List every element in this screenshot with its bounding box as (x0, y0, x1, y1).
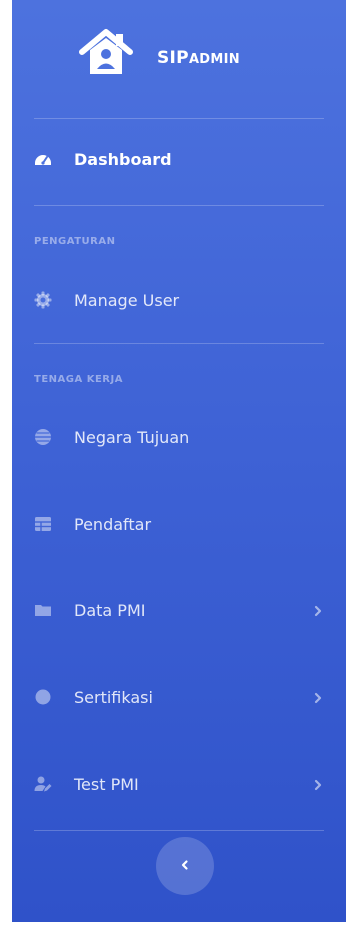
section-heading-pengaturan: PENGATURAN (34, 236, 116, 247)
nav-label-pendaftar: Pendaftar (74, 514, 152, 534)
brand-title-main: SIP (157, 48, 189, 68)
nav-item-pendaftar[interactable]: Pendaftar (12, 502, 346, 546)
chevron-right-icon (312, 690, 324, 704)
gear-icon (34, 291, 52, 309)
circle-icon (34, 688, 52, 706)
nav-label-data-pmi: Data PMI (74, 600, 146, 620)
home-icon (76, 22, 136, 82)
chevron-left-icon (178, 857, 192, 876)
nav-item-data-pmi[interactable]: Data PMI (12, 588, 346, 632)
chevron-right-icon (312, 777, 324, 791)
sidebar-divider (34, 343, 324, 344)
brand-title-sub: ADMIN (188, 52, 240, 67)
nav-item-negara-tujuan[interactable]: Negara Tujuan (12, 415, 346, 459)
sidebar: SIPADMIN Dashboard PENGATURAN Manage Use… (12, 0, 346, 922)
user-edit-icon (34, 775, 52, 793)
nav-label-test-pmi: Test PMI (74, 774, 139, 794)
nav-label-dashboard: Dashboard (74, 149, 172, 169)
table-icon (34, 515, 52, 533)
sidebar-divider (34, 118, 324, 119)
section-heading-tenaga-kerja: TENAGA KERJA (34, 374, 123, 385)
nav-label-manage-user: Manage User (74, 290, 180, 310)
sidebar-divider (34, 205, 324, 206)
nav-item-manage-user[interactable]: Manage User (12, 278, 346, 322)
globe-icon (34, 428, 52, 446)
brand-title: SIPADMIN (157, 48, 240, 68)
chevron-right-icon (312, 603, 324, 617)
folder-icon (34, 601, 52, 619)
nav-item-sertifikasi[interactable]: Sertifikasi (12, 675, 346, 719)
nav-label-negara-tujuan: Negara Tujuan (74, 427, 190, 447)
tachometer-icon (34, 150, 52, 168)
nav-item-test-pmi[interactable]: Test PMI (12, 762, 346, 806)
nav-item-dashboard[interactable]: Dashboard (12, 137, 346, 181)
sidebar-divider (34, 830, 324, 831)
sidebar-brand[interactable]: SIPADMIN (12, 0, 346, 118)
sidebar-toggle-button[interactable] (156, 837, 214, 895)
nav-label-sertifikasi: Sertifikasi (74, 687, 153, 707)
